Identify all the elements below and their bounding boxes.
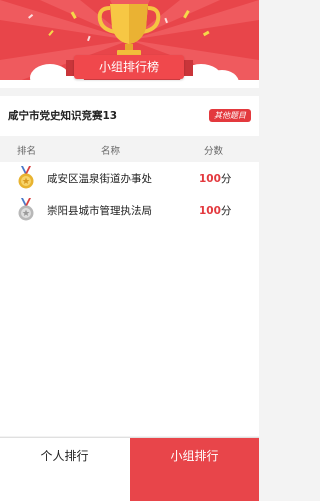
table-row: 咸安区温泉街道办事处 100分: [0, 162, 259, 195]
table-row: 崇阳县城市管理执法局 100分: [0, 194, 259, 227]
leaderboard-title: 小组排行榜: [74, 55, 184, 79]
trophy-icon: [97, 4, 161, 58]
group-score: 100分: [199, 205, 232, 217]
other-quizzes-button[interactable]: 其他题目: [209, 109, 251, 122]
table-header: 排名 名称 分数: [0, 136, 259, 162]
group-name: 崇阳县城市管理执法局: [47, 205, 152, 217]
group-name: 咸安区温泉街道办事处: [47, 173, 152, 185]
tab-personal-ranking[interactable]: 个人排行: [0, 438, 129, 501]
group-score: 100分: [199, 173, 232, 185]
tab-group-ranking[interactable]: 小组排行: [130, 438, 259, 501]
bottom-tab-bar: 个人排行 小组排行: [0, 437, 259, 501]
column-rank: 排名: [17, 146, 37, 157]
column-score: 分数: [204, 146, 224, 157]
header-banner: 小组排行榜: [0, 0, 259, 88]
quiz-title: 咸宁市党史知识竞赛13: [8, 110, 118, 122]
list-empty-area: [0, 226, 259, 436]
gold-medal-icon: [18, 166, 34, 189]
column-name: 名称: [101, 146, 121, 157]
quiz-title-card: 咸宁市党史知识竞赛13 其他题目: [0, 96, 259, 136]
silver-medal-icon: [18, 198, 34, 221]
